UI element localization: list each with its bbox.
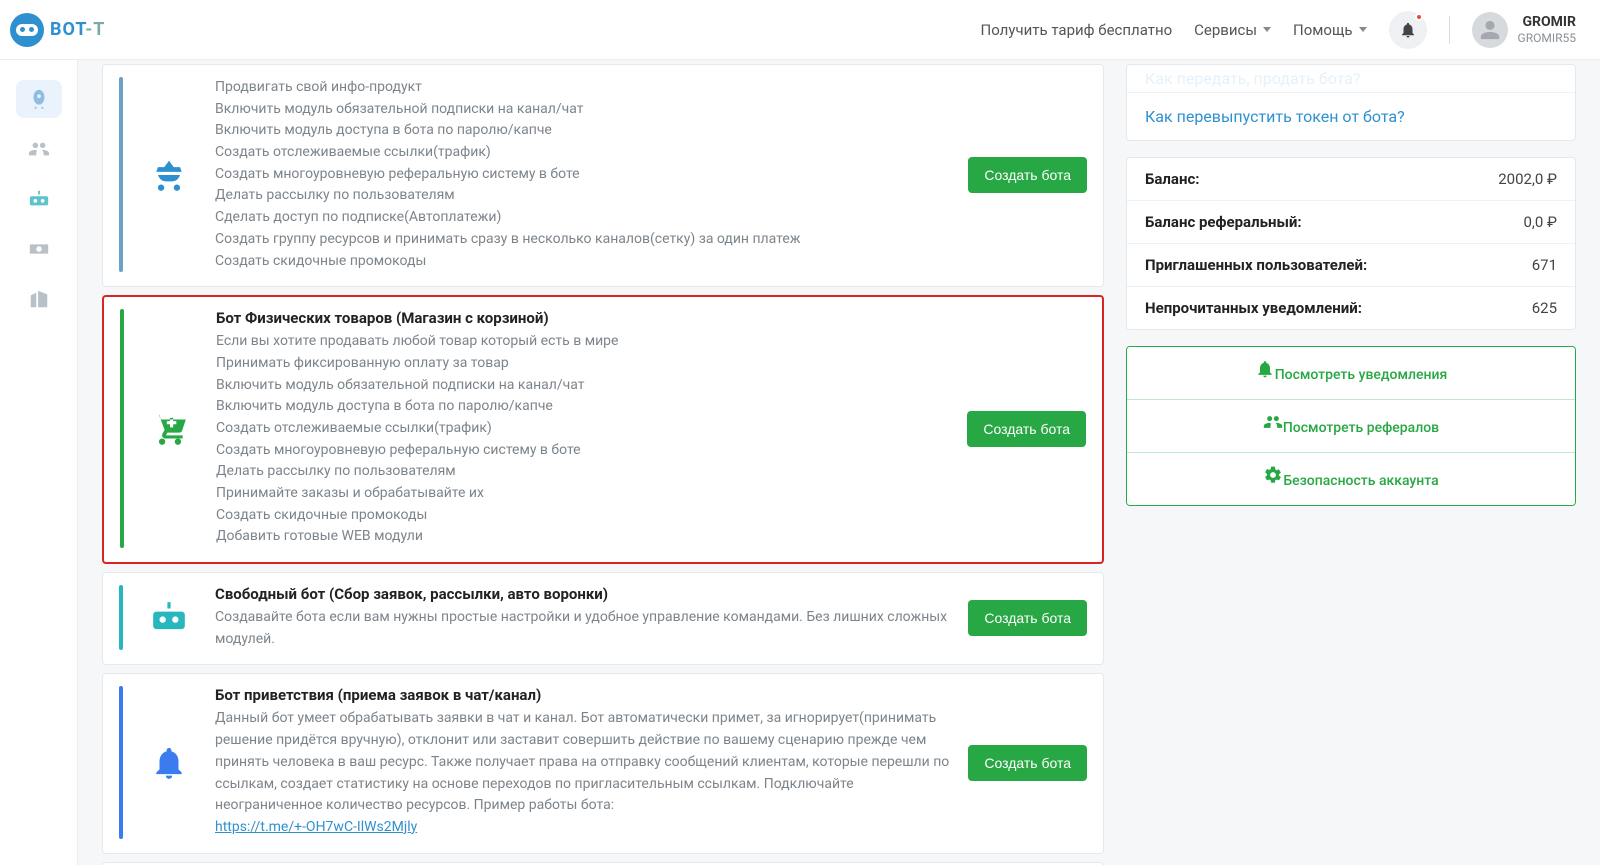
user-handle: GROMIR55 [1518,31,1576,45]
stat-value: 625 [1532,299,1557,317]
bot-type-card: Бот технической поддержки (для общения с… [102,862,1104,865]
card-icon-cart [140,309,200,548]
sidebar [0,60,78,865]
faq-item[interactable]: Как перевыпустить токен от бота? [1127,92,1575,140]
card-icon-bell [139,686,199,838]
card-color-bar [119,585,123,650]
bot-type-card: Бот приветствия (приема заявок в чат/кан… [102,673,1104,853]
notifications-button[interactable] [1389,11,1427,49]
bot-type-card: Бот Физических товаров (Магазин с корзин… [102,295,1104,564]
card-desc-line: Создать скидочные промокоды [215,251,952,273]
page-scroll[interactable]: Продвигать свой инфо-продуктВключить мод… [78,60,1600,865]
stat-value: 2002,0 ₽ [1498,170,1557,188]
quick-action-label: Безопасность аккаунта [1283,473,1438,489]
stat-label: Приглашенных пользователей: [1145,256,1367,274]
card-desc-line: Создать группу ресурсов и принимать сраз… [215,229,952,251]
gear-icon [1263,465,1283,485]
faq-panel: Как передать, продать бота? Как перевыпу… [1126,64,1576,141]
bell-icon [1399,21,1417,39]
rail-building[interactable] [16,280,62,318]
rail-bots[interactable] [16,180,62,218]
logo[interactable]: BOT-T [10,13,105,47]
building-icon [28,288,50,310]
stat-value: 671 [1532,256,1557,274]
chevron-down-icon [1359,27,1367,32]
card-desc-line: Включить модуль доступа в бота по паролю… [216,396,951,418]
logo-icon [10,13,44,47]
card-desc-line: Создавайте бота если вам нужны простые н… [215,607,952,650]
create-bot-button[interactable]: Создать бота [968,745,1087,781]
card-desc-line: Сделать доступ по подписке(Автоплатежи) [215,207,952,229]
stat-label: Баланс: [1145,170,1200,188]
quick-action[interactable]: Безопасность аккаунта [1127,452,1575,505]
divider [1449,16,1450,44]
card-desc-line: Создать скидочные промокоды [216,505,951,527]
card-desc-line: Создать отслеживаемые ссылки(трафик) [215,142,952,164]
rail-money[interactable] [16,230,62,268]
stat-row: Баланс реферальный: 0,0 ₽ [1127,200,1575,243]
stat-row: Непрочитанных уведомлений: 625 [1127,286,1575,329]
bot-type-card: Продвигать свой инфо-продуктВключить мод… [102,64,1104,287]
card-title: Бот приветствия (приема заявок в чат/кан… [215,686,952,704]
card-desc-line: Создать многоуровневую реферальную систе… [215,164,952,186]
card-title: Свободный бот (Сбор заявок, рассылки, ав… [215,585,952,603]
bell-icon [1255,359,1275,379]
card-desc-line: Данный бот умеет обрабатывать заявки в ч… [215,708,952,816]
faq-item-partial[interactable]: Как передать, продать бота? [1127,65,1575,92]
card-desc-line: Если вы хотите продавать любой товар кот… [216,331,951,353]
quick-action[interactable]: Посмотреть уведомления [1127,347,1575,399]
card-desc-line: Продвигать свой инфо-продукт [215,77,952,99]
card-desc-line: Делать рассылку по пользователям [216,461,951,483]
card-desc-line: Принимайте заказы и обрабатывайте их [216,483,951,505]
app-header: BOT-T Получить тариф бесплатно Сервисы П… [0,0,1600,60]
quick-action[interactable]: Посмотреть рефералов [1127,399,1575,452]
avatar [1472,12,1508,48]
quick-action-label: Посмотреть рефералов [1283,420,1439,436]
robot-icon [28,188,50,210]
card-desc-line: Добавить готовые WEB модули [216,526,951,548]
bot-type-card: Свободный бот (Сбор заявок, рассылки, ав… [102,572,1104,665]
rail-rocket[interactable] [16,80,62,118]
chevron-down-icon [1263,27,1271,32]
card-desc-line: Принимать фиксированную оплату за товар [216,353,951,375]
quick-actions-panel: Посмотреть уведомления Посмотреть реферал… [1126,346,1576,506]
users-icon [1263,412,1283,432]
stat-label: Баланс реферальный: [1145,213,1302,231]
quick-action-label: Посмотреть уведомления [1275,367,1448,383]
card-desc-line: Включить модуль обязательной подписки на… [215,99,952,121]
notification-dot [1415,13,1423,21]
logo-text: BOT-T [50,19,105,40]
card-color-bar [120,309,124,548]
card-icon-robot [139,585,199,650]
card-color-bar [119,686,123,838]
users-icon [28,138,50,160]
create-bot-button[interactable]: Создать бота [968,157,1087,193]
stat-row: Приглашенных пользователей: 671 [1127,243,1575,286]
card-desc-line: Включить модуль доступа в бота по паролю… [215,120,952,142]
user-menu[interactable]: GROMIR GROMIR55 [1472,12,1576,48]
nav-services[interactable]: Сервисы [1194,21,1271,39]
money-icon [28,238,50,260]
stat-label: Непрочитанных уведомлений: [1145,299,1362,317]
create-bot-button[interactable]: Создать бота [967,411,1086,447]
card-desc-line: Создать отслеживаемые ссылки(трафик) [216,418,951,440]
nav-help[interactable]: Помощь [1293,21,1367,39]
create-bot-button[interactable]: Создать бота [968,600,1087,636]
nav-free-plan[interactable]: Получить тариф бесплатно [981,21,1173,39]
card-title: Бот Физических товаров (Магазин с корзин… [216,309,951,327]
card-icon-incognito [139,77,199,272]
bot-type-list: Продвигать свой инфо-продуктВключить мод… [102,64,1104,865]
card-color-bar [119,77,123,272]
stat-row: Баланс: 2002,0 ₽ [1127,158,1575,200]
stats-panel: Баланс: 2002,0 ₽ Баланс реферальный: 0,0 ₽ П… [1126,157,1576,330]
card-desc-line: Включить модуль обязательной подписки на… [216,375,951,397]
rail-users[interactable] [16,130,62,168]
card-example-link[interactable]: https://t.me/+-OH7wC-IlWs2Mjly [215,819,417,835]
rocket-icon [28,88,50,110]
card-desc-line: Делать рассылку по пользователям [215,185,952,207]
card-desc-line: Создать многоуровневую реферальную систе… [216,440,951,462]
stat-value: 0,0 ₽ [1524,213,1558,231]
user-name: GROMIR [1518,14,1576,31]
